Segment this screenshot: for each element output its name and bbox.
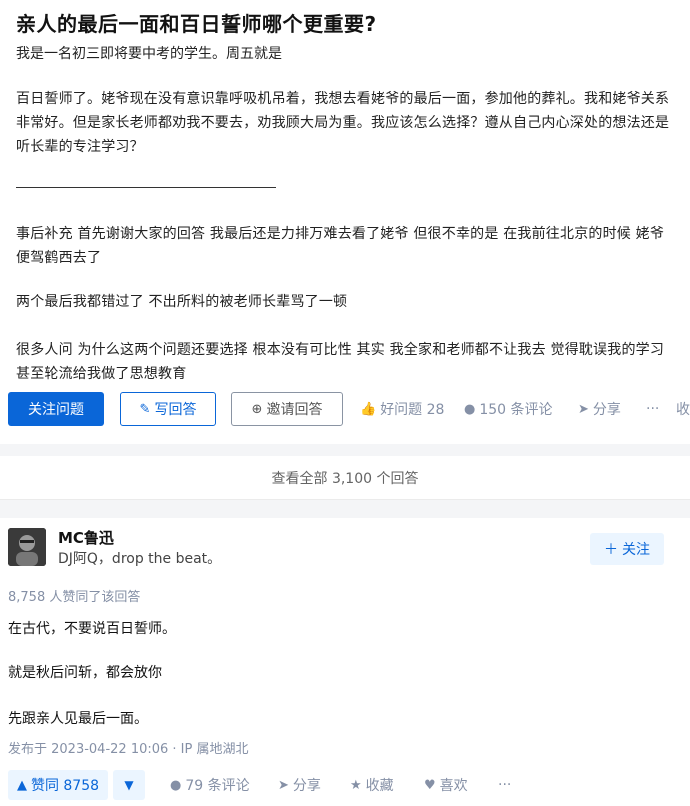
answer-share-label: 分享: [292, 778, 321, 794]
upvote-label: 赞同 8758: [30, 778, 100, 794]
share-label: 分享: [592, 402, 621, 418]
follow-author-label: 关注: [622, 542, 650, 558]
like-button[interactable]: ♥ 喜欢: [424, 770, 468, 800]
question-paragraph: 很多人问 为什么这两个问题还要选择 根本没有可比性 其实 我全家和老师都不让我去…: [16, 342, 665, 382]
follow-question-label: 关注问题: [28, 402, 84, 418]
plus-icon: ＋: [604, 542, 618, 558]
collapse-button[interactable]: 收: [676, 392, 690, 426]
downvote-button[interactable]: ▼: [113, 770, 145, 800]
comments-label: 150 条评论: [479, 402, 553, 418]
answer-more-button[interactable]: ···: [498, 770, 511, 800]
favorite-label: 收藏: [365, 778, 394, 794]
published-time[interactable]: 发布于 2023-04-22 10:06 · IP 属地湖北: [8, 738, 248, 757]
answer-text: 先跟亲人见最后一面。: [8, 711, 148, 727]
invite-user-icon: ⊕: [251, 401, 263, 417]
question-intro: 我是一名初三即将要中考的学生。周五就是: [16, 46, 282, 62]
author-name[interactable]: MC鲁迅: [58, 527, 114, 548]
answer-text: 就是秋后问斩，都会放你: [8, 665, 162, 681]
follow-author-button[interactable]: ＋ 关注: [590, 533, 664, 565]
author-bio: DJ阿Q，drop the beat。: [58, 551, 222, 567]
question-paragraph: 两个最后我都错过了 不出所料的被老师长辈骂了一顿: [16, 294, 348, 310]
avatar-image: [8, 528, 46, 566]
section-separator: [0, 500, 690, 518]
comments-button[interactable]: ● 150 条评论: [464, 392, 553, 426]
like-label: 喜欢: [439, 778, 468, 794]
answer-share-button[interactable]: ➤ 分享: [278, 770, 321, 800]
invite-answer-label: 邀请回答: [266, 402, 323, 418]
answer-action-bar: ▲ 赞同 8758 ▼ ● 79 条评论 ➤ 分享 ★ 收藏 ♥ 喜欢 ···: [0, 768, 690, 802]
question-paragraph: 事后补充 首先谢谢大家的回答 我最后还是力排万难去看了姥爷 但很不幸的是 在我前…: [16, 226, 665, 266]
answer-more-label: ···: [498, 777, 512, 793]
invite-answer-button[interactable]: ⊕ 邀请回答: [231, 392, 343, 426]
share-icon: ➤: [278, 777, 289, 793]
answer-comments-button[interactable]: ● 79 条评论: [170, 770, 250, 800]
heart-icon: ♥: [424, 777, 436, 793]
answer-text: 在古代，不要说百日誓师。: [8, 621, 176, 637]
vote-count: 8,758 人赞同了该回答: [8, 590, 141, 605]
more-label: ···: [646, 401, 660, 417]
question-action-bar: 关注问题 ✎ 写回答 ⊕ 邀请回答 👍 好问题 28 ● 150 条评论 ➤ 分…: [0, 392, 690, 428]
question-paragraph: 百日誓师了。姥爷现在没有意识靠呼吸机吊着，我想去看姥爷的最后一面，参加他的葬礼。…: [16, 91, 670, 155]
answer-comments-label: 79 条评论: [185, 778, 250, 794]
good-question-label: 好问题 28: [380, 402, 445, 418]
triangle-up-icon: ▲: [16, 777, 27, 793]
collapse-label: 收: [676, 402, 690, 418]
good-question-button[interactable]: 👍 好问题 28: [360, 392, 444, 426]
section-separator: [0, 444, 690, 456]
favorite-button[interactable]: ★ 收藏: [350, 770, 394, 800]
write-answer-button[interactable]: ✎ 写回答: [120, 392, 216, 426]
share-icon: ➤: [578, 401, 589, 417]
thumbs-up-icon: 👍: [360, 401, 377, 417]
comment-icon: ●: [170, 777, 182, 793]
upvote-button[interactable]: ▲ 赞同 8758: [8, 770, 108, 800]
share-button[interactable]: ➤ 分享: [578, 392, 621, 426]
triangle-down-icon: ▼: [124, 778, 134, 792]
pencil-icon: ✎: [139, 401, 151, 417]
avatar[interactable]: [8, 528, 46, 566]
more-button[interactable]: ···: [646, 392, 659, 426]
follow-question-button[interactable]: 关注问题: [8, 392, 104, 426]
write-answer-label: 写回答: [154, 402, 197, 418]
divider: [16, 187, 276, 188]
view-all-answers-link[interactable]: 查看全部 3,100 个回答: [0, 456, 690, 500]
comment-icon: ●: [464, 401, 476, 417]
question-title: 亲人的最后一面和百日誓师哪个更重要?: [16, 12, 377, 36]
star-icon: ★: [350, 777, 362, 793]
